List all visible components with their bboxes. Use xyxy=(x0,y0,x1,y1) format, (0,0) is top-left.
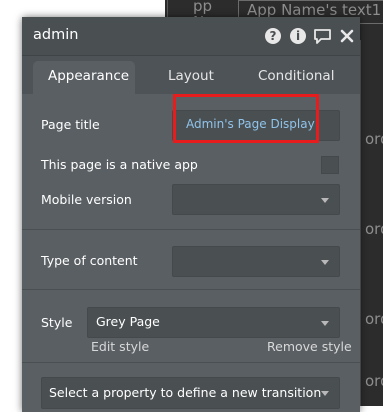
tab-appearance-label: Appearance xyxy=(48,68,130,84)
type-of-content-dropdown[interactable] xyxy=(172,246,340,277)
chevron-down-icon xyxy=(321,197,329,203)
transition-dropdown[interactable]: Select a property to define a new transi… xyxy=(41,377,340,409)
native-app-checkbox[interactable] xyxy=(321,156,339,174)
style-label: Style xyxy=(41,315,73,330)
panel-header[interactable]: admin ? i xyxy=(22,17,360,56)
tab-conditional[interactable]: Conditional xyxy=(258,68,334,84)
property-editor-panel: admin ? i Appearance Layout Conditional … xyxy=(22,17,360,412)
bg-label-ord-2: ord xyxy=(365,220,383,238)
native-app-label: This page is a native app xyxy=(41,157,198,172)
close-icon[interactable] xyxy=(340,29,354,43)
remove-style-link[interactable]: Remove style xyxy=(267,339,352,354)
section-divider xyxy=(22,362,360,363)
info-icon[interactable]: i xyxy=(290,28,306,44)
page-title-label: Page title xyxy=(41,117,100,132)
mobile-version-dropdown[interactable] xyxy=(172,184,340,215)
tabs-bar: Appearance Layout Conditional xyxy=(22,56,360,94)
help-icon[interactable]: ? xyxy=(265,28,281,44)
type-of-content-label: Type of content xyxy=(41,253,138,268)
bg-label-ord-4: ord xyxy=(365,372,383,390)
bg-label-ord-1: ord xyxy=(365,130,383,148)
tab-layout[interactable]: Layout xyxy=(168,68,214,84)
style-value: Grey Page xyxy=(96,314,160,329)
chevron-down-icon xyxy=(321,320,329,326)
transition-placeholder: Select a property to define a new transi… xyxy=(49,385,322,400)
edit-style-link[interactable]: Edit style xyxy=(91,339,149,354)
style-dropdown[interactable]: Grey Page xyxy=(87,307,340,338)
highlight-annotation-box xyxy=(173,94,319,143)
section-divider xyxy=(22,229,360,230)
panel-title: admin xyxy=(33,27,79,43)
chevron-down-icon xyxy=(321,259,329,265)
tab-appearance[interactable]: Appearance xyxy=(33,61,135,94)
section-divider xyxy=(22,289,360,290)
chevron-down-icon xyxy=(321,391,329,396)
comment-icon[interactable] xyxy=(313,28,332,45)
mobile-version-label: Mobile version xyxy=(41,192,132,207)
bg-label-ord-3: ord xyxy=(365,310,383,328)
